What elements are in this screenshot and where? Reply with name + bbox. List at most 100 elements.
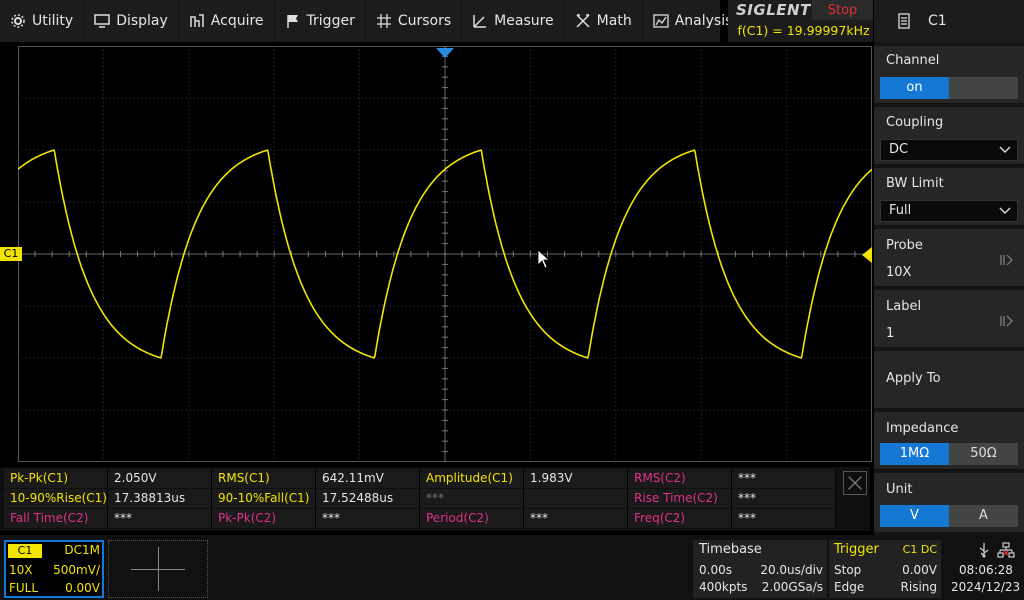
acquire-icon (189, 13, 205, 29)
menu-measure-label: Measure (494, 13, 554, 29)
measure-value: *** (732, 469, 836, 488)
impedance-toggle[interactable]: 1MΩ 50Ω (880, 443, 1018, 465)
clock-date: 2024/12/23 (951, 580, 1021, 594)
measure-label[interactable]: 90-10%Fall(C1) (212, 489, 316, 508)
measure-value: *** (108, 509, 212, 528)
status-bar: C1 DC1M 10X 500mV/ FULL 0.00V Timebase 0… (0, 535, 1024, 600)
memory-depth: 400kpts (699, 580, 748, 594)
menu-cursors[interactable]: Cursors (366, 0, 463, 42)
clock-time: 08:06:28 (959, 563, 1013, 577)
expand-arrow-icon (1000, 254, 1013, 266)
trigger-position-marker[interactable] (436, 48, 454, 60)
measure-value: 17.52488us (316, 489, 420, 508)
impedance-50-option[interactable]: 50Ω (949, 443, 1018, 465)
siglent-logo: SIGLENT (736, 1, 811, 19)
bw-limit-value: Full (889, 203, 912, 218)
menu-display[interactable]: Display (84, 0, 179, 42)
add-channel-slot[interactable] (108, 540, 208, 598)
mouse-pointer-icon (537, 249, 549, 269)
measure-row: Fall Time(C2) *** Pk-Pk(C2) *** Period(C… (4, 509, 836, 528)
clock-area: 08:06:28 2024/12/23 (945, 540, 1024, 598)
menu-trigger[interactable]: Trigger (275, 0, 366, 42)
menu-acquire-label: Acquire (210, 13, 264, 29)
label-section[interactable]: Label 1 (874, 290, 1024, 348)
menu-cursors-label: Cursors (397, 13, 452, 29)
frequency-counter: f(C1) = 19.99997kHz (737, 23, 870, 38)
measure-row: Pk-Pk(C1) 2.050V RMS(C1) 642.11mV Amplit… (4, 469, 836, 488)
channel-1-info[interactable]: C1 DC1M 10X 500mV/ FULL 0.00V (4, 540, 104, 598)
measure-label[interactable]: Pk-Pk(C2) (212, 509, 316, 528)
menu-utility[interactable]: Utility (0, 0, 85, 42)
monitor-icon (94, 13, 110, 29)
timebase-delay: 0.00s (699, 563, 732, 577)
channel-on-option[interactable]: on (880, 77, 949, 99)
close-icon[interactable] (843, 471, 867, 495)
chevron-down-icon (999, 207, 1011, 214)
run-stop-status[interactable]: Stop (812, 0, 873, 20)
brand-status-area: SIGLENT Stop f(C1) = 19.99997kHz (728, 0, 873, 42)
channel-settings-panel: C1 Channel on Coupling DC BW Limit Full … (874, 0, 1024, 535)
timebase-title: Timebase (699, 542, 762, 557)
channel-1-scale: 500mV/ (53, 563, 100, 577)
graticule (18, 46, 872, 462)
measure-label[interactable]: RMS(C1) (212, 469, 316, 488)
menu-measure[interactable]: Measure (462, 0, 565, 42)
impedance-1m-option[interactable]: 1MΩ (880, 443, 949, 465)
measure-value: 2.050V (108, 469, 212, 488)
coupling-select[interactable]: DC (880, 139, 1018, 161)
measure-value: *** (732, 509, 836, 528)
menu-bar: Utility Display Acquire Trigger Cursors … (0, 0, 744, 42)
apply-to-section[interactable]: Apply To (874, 351, 1024, 409)
measure-label[interactable]: Freq(C2) (628, 509, 732, 528)
measure-value: *** (316, 509, 420, 528)
network-disconnected-icon (997, 542, 1015, 558)
unit-toggle[interactable]: V A (880, 505, 1018, 527)
gear-icon (10, 13, 26, 29)
measure-label[interactable]: Pk-Pk(C1) (4, 469, 108, 488)
menu-math[interactable]: Math (565, 0, 643, 42)
trigger-level-marker[interactable] (862, 247, 872, 263)
plus-icon (158, 547, 159, 591)
channel-title: Channel (886, 53, 940, 68)
channel-toggle[interactable]: on (880, 77, 1018, 99)
math-icon (575, 13, 591, 29)
coupling-value: DC (889, 142, 909, 157)
trigger-slope: Rising (900, 580, 937, 594)
probe-value: 10X (886, 265, 912, 280)
menu-display-label: Display (116, 13, 168, 29)
panel-header: C1 (874, 0, 1024, 42)
channel-1-offset: 0.00V (65, 581, 100, 595)
menu-acquire[interactable]: Acquire (179, 0, 275, 42)
trigger-type: Edge (834, 580, 865, 594)
trigger-level: 0.00V (902, 563, 937, 577)
channel-off-option[interactable] (949, 77, 1018, 99)
apply-to-title: Apply To (886, 371, 941, 386)
measure-icon (472, 13, 488, 29)
trigger-info[interactable]: Trigger C1 DC Stop 0.00V Edge Rising (829, 540, 941, 598)
channel-1-offset-marker[interactable]: C1 (0, 247, 22, 261)
measurement-table: Pk-Pk(C1) 2.050V RMS(C1) 642.11mV Amplit… (0, 467, 870, 531)
unit-amp-option[interactable]: A (949, 505, 1018, 527)
measure-label[interactable]: Period(C2) (420, 509, 524, 528)
measure-label[interactable]: RMS(C2) (628, 469, 732, 488)
measure-label[interactable]: 10-90%Rise(C1) (4, 489, 108, 508)
bw-limit-section: BW Limit Full (874, 168, 1024, 226)
menu-math-label: Math (596, 13, 632, 29)
measure-label[interactable]: *** (420, 489, 524, 508)
measure-value: *** (732, 489, 836, 508)
panel-title: C1 (928, 13, 947, 29)
channel-1-probe: 10X (9, 563, 33, 577)
channel-1-bandwidth: FULL (9, 581, 39, 595)
timebase-info[interactable]: Timebase 0.00s 20.0us/div 400kpts 2.00GS… (693, 540, 827, 598)
measure-label[interactable]: Amplitude(C1) (420, 469, 524, 488)
probe-section[interactable]: Probe 10X (874, 229, 1024, 287)
waveform-display[interactable] (18, 46, 872, 462)
unit-volt-option[interactable]: V (880, 505, 949, 527)
measure-label[interactable]: Fall Time(C2) (4, 509, 108, 528)
bw-limit-select[interactable]: Full (880, 200, 1018, 222)
unit-title: Unit (886, 482, 913, 497)
measure-value (524, 489, 628, 508)
measure-label[interactable]: Rise Time(C2) (628, 489, 732, 508)
channel-section: Channel on (874, 46, 1024, 104)
flag-icon (285, 13, 301, 29)
